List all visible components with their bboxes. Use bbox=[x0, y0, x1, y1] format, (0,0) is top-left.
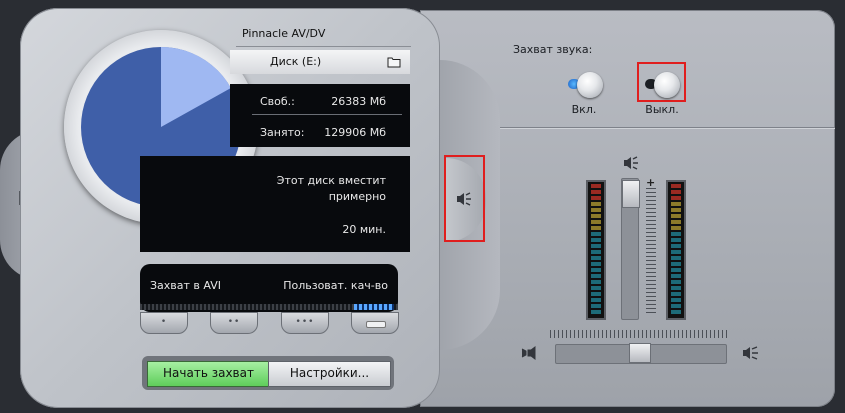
quality-preset-1-button[interactable]: • bbox=[140, 312, 188, 334]
disk-name: Диск (E:) bbox=[270, 55, 322, 68]
capacity-text-line2: примерно bbox=[328, 190, 386, 203]
off-toggle-knob bbox=[654, 72, 680, 98]
start-capture-button[interactable]: Начать захват bbox=[147, 361, 270, 387]
folder-icon[interactable] bbox=[387, 56, 401, 68]
audio-capture-label: Захват звука: bbox=[513, 43, 593, 56]
meter-segment bbox=[591, 256, 601, 260]
audio-on-label: Вкл. bbox=[571, 103, 597, 116]
meter-segment bbox=[591, 274, 601, 278]
meter-segment bbox=[591, 214, 601, 218]
meter-segment bbox=[671, 286, 681, 290]
stats-divider bbox=[252, 114, 402, 115]
meter-segment bbox=[671, 274, 681, 278]
capacity-panel: Этот диск вместит примерно 20 мин. bbox=[140, 156, 410, 252]
volume-icon bbox=[624, 156, 638, 170]
meter-segment bbox=[591, 298, 601, 302]
meter-segment bbox=[671, 184, 681, 188]
audio-on-toggle[interactable] bbox=[564, 70, 604, 100]
capture-mode-panel: Захват в AVI Пользоват. кач-во bbox=[140, 264, 398, 312]
meter-segment bbox=[591, 232, 601, 236]
meter-segment bbox=[671, 244, 681, 248]
meter-segment bbox=[671, 196, 681, 200]
speaker-left-icon bbox=[521, 346, 536, 360]
meter-segment bbox=[671, 232, 681, 236]
quality-preset-custom-button[interactable] bbox=[351, 312, 399, 334]
meter-segment bbox=[591, 244, 601, 248]
capture-quality: Пользоват. кач-во bbox=[283, 279, 388, 292]
meter-segment bbox=[671, 238, 681, 242]
free-label: Своб.: bbox=[260, 95, 295, 108]
meter-segment bbox=[671, 262, 681, 266]
on-toggle-knob bbox=[577, 72, 603, 98]
selected-mode-indicator bbox=[354, 304, 394, 310]
meter-segment bbox=[591, 208, 601, 212]
audio-divider bbox=[478, 127, 835, 128]
meter-segment bbox=[591, 202, 601, 206]
speaker-right-icon bbox=[743, 346, 758, 360]
disk-stats-panel: Своб.: 26383 Мб Занято: 129906 Мб bbox=[230, 84, 410, 147]
meter-segment bbox=[591, 220, 601, 224]
device-name: Pinnacle AV/DV bbox=[242, 27, 326, 40]
meter-segment bbox=[591, 292, 601, 296]
meter-segment bbox=[671, 256, 681, 260]
used-label: Занято: bbox=[260, 126, 305, 139]
meter-segment bbox=[671, 214, 681, 218]
balance-scale-ticks bbox=[550, 330, 730, 338]
meter-segment bbox=[591, 190, 601, 194]
meter-segment bbox=[591, 226, 601, 230]
meter-segment bbox=[671, 208, 681, 212]
meter-segment bbox=[671, 202, 681, 206]
meter-segment bbox=[671, 190, 681, 194]
meter-segment bbox=[671, 220, 681, 224]
meter-segment bbox=[591, 250, 601, 254]
custom-preset-icon bbox=[366, 321, 386, 328]
volume-plus-mark: + bbox=[646, 176, 656, 189]
audio-tab-highlight bbox=[444, 155, 485, 242]
meter-segment bbox=[591, 280, 601, 284]
used-value: 129906 Мб bbox=[324, 126, 386, 139]
quality-preset-2-button[interactable]: •• bbox=[210, 312, 258, 334]
level-meter-right bbox=[666, 180, 686, 320]
capacity-text-line1: Этот диск вместит bbox=[276, 174, 386, 187]
free-value: 26383 Мб bbox=[331, 95, 386, 108]
meter-segment bbox=[591, 262, 601, 266]
meter-segment bbox=[671, 268, 681, 272]
audio-off-label: Выкл. bbox=[645, 103, 679, 116]
meter-segment bbox=[671, 292, 681, 296]
volume-slider-handle[interactable] bbox=[622, 180, 640, 208]
capacity-minutes: 20 мин. bbox=[342, 223, 386, 236]
meter-segment bbox=[591, 310, 601, 314]
balance-slider-handle[interactable] bbox=[629, 343, 651, 363]
meter-segment bbox=[671, 304, 681, 308]
disk-selector[interactable]: Диск (E:) bbox=[230, 50, 410, 74]
meter-segment bbox=[591, 286, 601, 290]
volume-scale-ticks bbox=[646, 188, 656, 316]
meter-segment bbox=[671, 298, 681, 302]
meter-segment bbox=[591, 238, 601, 242]
meter-segment bbox=[591, 184, 601, 188]
capture-format: Захват в AVI bbox=[150, 279, 222, 292]
meter-segment bbox=[671, 310, 681, 314]
meter-segment bbox=[671, 280, 681, 284]
meter-segment bbox=[591, 304, 601, 308]
level-meter-left bbox=[586, 180, 606, 320]
device-divider bbox=[236, 46, 411, 47]
meter-segment bbox=[591, 196, 601, 200]
quality-preset-3-button[interactable]: ••• bbox=[281, 312, 329, 334]
audio-off-toggle[interactable] bbox=[643, 70, 683, 100]
meter-segment bbox=[671, 226, 681, 230]
settings-button[interactable]: Настройки... bbox=[268, 361, 391, 387]
meter-segment bbox=[591, 268, 601, 272]
meter-segment bbox=[671, 250, 681, 254]
